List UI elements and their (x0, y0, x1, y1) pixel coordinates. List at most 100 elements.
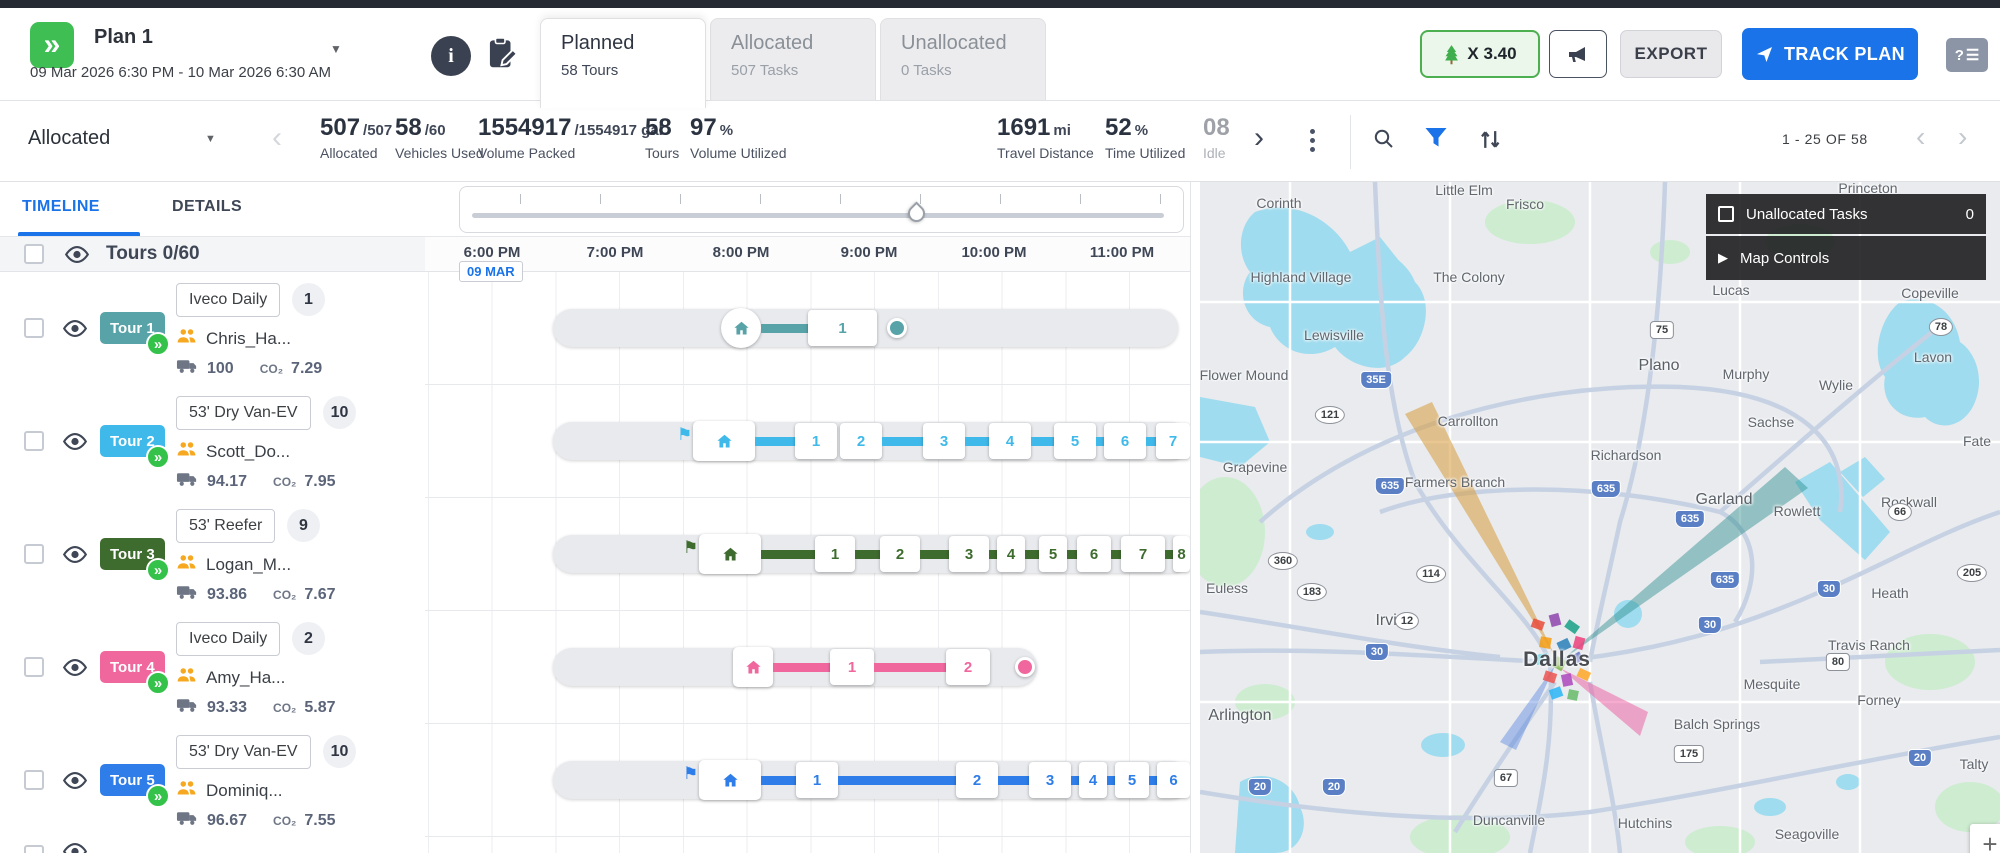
tour-end-dot[interactable] (887, 318, 907, 338)
stats-scroll-right-icon[interactable]: › (1254, 121, 1264, 155)
stop-marker[interactable]: 8 (1173, 536, 1190, 572)
driver-line: Scott_Do... (176, 440, 290, 463)
plan-tab-planned[interactable]: Planned 58 Tours (540, 18, 706, 108)
tour-end-dot[interactable] (1015, 657, 1035, 677)
map-zoom-in-button[interactable]: + (1970, 824, 2000, 853)
depot-home-marker[interactable] (699, 534, 761, 574)
stats-scroll-left-icon[interactable]: ‹ (272, 121, 282, 155)
slider-tick (600, 194, 601, 204)
tour-checkbox[interactable] (24, 544, 44, 564)
vehicle-type-chip[interactable]: Iveco Daily (176, 622, 281, 656)
slider-handle[interactable] (904, 201, 929, 226)
depot-home-marker[interactable] (693, 421, 755, 461)
map-pane[interactable]: Corinth Little Elm Frisco Princeton Highland… (1200, 182, 2000, 853)
slider-track[interactable] (472, 213, 1164, 218)
co2-value: 7.55 (304, 811, 336, 829)
vehicle-type-chip[interactable]: Iveco Daily (176, 283, 281, 317)
vehicle-type-chip[interactable]: 53' Reefer (176, 509, 276, 543)
tour-visibility-eye-icon[interactable] (62, 319, 88, 342)
hour-label: 8:00 PM (712, 244, 770, 261)
load-value: 93.86 (207, 585, 248, 603)
tour-visibility-eye-icon[interactable] (62, 771, 88, 794)
page-next-icon[interactable]: › (1958, 121, 1967, 153)
plan-tab-allocated[interactable]: Allocated 507 Tasks (710, 18, 876, 108)
travel-segment (998, 776, 1029, 785)
road-shield: 175 (1673, 745, 1705, 763)
map-city-label: Corinth (1256, 195, 1302, 211)
stop-marker[interactable]: 1 (796, 762, 838, 798)
tab-timeline[interactable]: TIMELINE (22, 198, 100, 216)
stop-marker[interactable]: 2 (840, 423, 882, 459)
vehicle-type-chip[interactable]: 53' Dry Van-EV (176, 396, 311, 430)
stop-marker[interactable]: 4 (997, 536, 1025, 572)
tour-visibility-eye-icon[interactable] (62, 545, 88, 568)
stop-marker[interactable]: 3 (1029, 762, 1071, 798)
stat-value-line: 1691 mi (997, 114, 1094, 142)
stop-marker[interactable]: 5 (1039, 536, 1067, 572)
export-button[interactable]: EXPORT (1620, 30, 1722, 78)
stop-marker[interactable]: 4 (989, 423, 1031, 459)
stop-marker[interactable]: 2 (946, 649, 990, 685)
vehicle-count-badge: 10 (323, 735, 356, 768)
stop-marker[interactable]: 1 (808, 310, 877, 346)
view-selector-caret-icon[interactable]: ▼ (205, 133, 216, 145)
stop-marker[interactable]: 7 (1156, 423, 1190, 459)
stop-marker[interactable]: 3 (949, 536, 989, 572)
tour-start-flag-icon: ⚑ (683, 538, 699, 557)
toggle-all-visibility-eye-icon[interactable] (64, 245, 90, 268)
announcement-button[interactable] (1549, 30, 1607, 78)
filter-icon[interactable] (1424, 127, 1448, 154)
stop-marker[interactable]: 5 (1115, 762, 1149, 798)
plan-tab-subtitle: 0 Tasks (901, 62, 952, 79)
tour-row-partial (0, 837, 1190, 853)
map-controls-row[interactable]: ▶ Map Controls (1706, 236, 1986, 280)
depot-home-marker[interactable] (699, 760, 761, 800)
stop-marker[interactable]: 2 (956, 762, 998, 798)
info-icon[interactable]: i (431, 36, 471, 76)
tour-checkbox[interactable] (24, 431, 44, 451)
more-options-icon[interactable] (1310, 125, 1316, 156)
tour-visibility-eye-icon[interactable] (62, 432, 88, 455)
tour-visibility-eye-icon[interactable] (62, 842, 88, 853)
plan-dropdown-caret-icon[interactable]: ▼ (330, 42, 342, 56)
help-icon[interactable]: ? ☰ (1946, 38, 1988, 72)
map-city-label: Forney (1857, 692, 1901, 708)
edit-plan-icon[interactable] (482, 34, 520, 72)
unallocated-tasks-checkbox[interactable] (1718, 206, 1734, 222)
stop-marker[interactable]: 3 (923, 423, 965, 459)
stop-marker[interactable]: 1 (830, 649, 874, 685)
stop-marker[interactable]: 6 (1104, 423, 1146, 459)
driver-line: Dominiq... (176, 779, 283, 802)
tour-checkbox[interactable] (24, 770, 44, 790)
help-glyph: ? (1954, 46, 1964, 64)
tour-visibility-eye-icon[interactable] (62, 658, 88, 681)
travel-segment (1031, 437, 1054, 446)
unallocated-tasks-row[interactable]: Unallocated Tasks 0 (1706, 194, 1986, 234)
stop-marker[interactable]: 1 (815, 536, 855, 572)
tour-checkbox[interactable] (24, 657, 44, 677)
plan-tab-unallocated[interactable]: Unallocated 0 Tasks (880, 18, 1046, 108)
select-all-checkbox[interactable] (24, 244, 44, 264)
track-plan-button[interactable]: TRACK PLAN (1742, 28, 1918, 80)
stop-marker[interactable]: 7 (1121, 536, 1165, 572)
page-prev-icon[interactable]: ‹ (1916, 121, 1925, 153)
depot-home-marker[interactable] (721, 308, 761, 348)
stop-marker[interactable]: 6 (1077, 536, 1111, 572)
search-icon[interactable] (1372, 127, 1396, 156)
view-selector[interactable]: Allocated (28, 127, 110, 150)
stop-marker[interactable]: 2 (880, 536, 920, 572)
stop-marker[interactable]: 4 (1079, 762, 1107, 798)
stop-marker[interactable]: 1 (795, 423, 837, 459)
stop-marker[interactable]: 6 (1157, 762, 1190, 798)
eco-multiplier-badge[interactable]: X 3.40 (1420, 30, 1540, 78)
timeline-range-slider[interactable] (459, 186, 1184, 233)
map-city-label: Garland (1695, 491, 1753, 508)
stop-marker[interactable]: 5 (1054, 423, 1096, 459)
vehicle-type-chip[interactable]: 53' Dry Van-EV (176, 735, 311, 769)
sort-icon[interactable] (1478, 127, 1503, 157)
tab-details[interactable]: DETAILS (172, 198, 242, 216)
tour-checkbox[interactable] (24, 318, 44, 338)
road-shield: 635 (1374, 477, 1406, 495)
depot-home-marker[interactable] (733, 647, 773, 687)
tour-checkbox[interactable] (24, 845, 44, 853)
